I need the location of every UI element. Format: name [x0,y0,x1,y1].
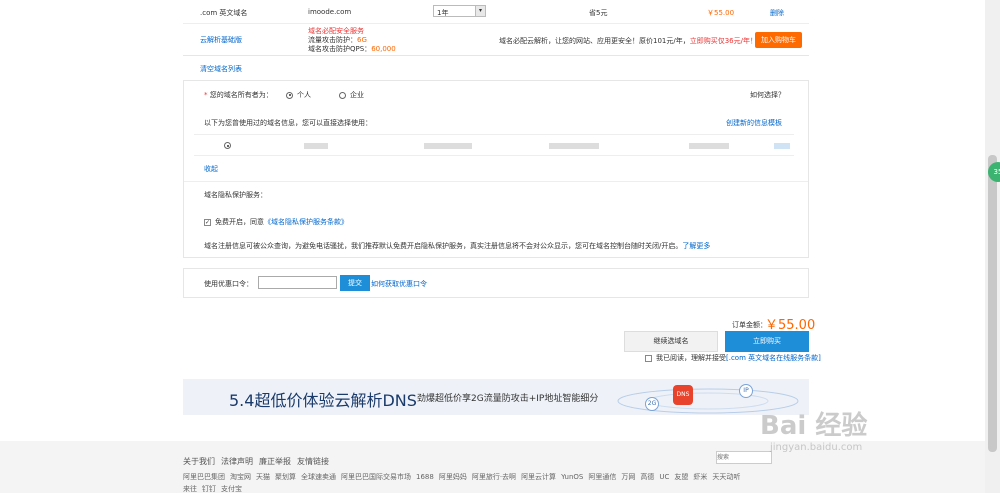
template-hint: 以下为您曾使用过的域名信息，您可以直接选择使用： [204,119,372,127]
how-to-choose-link[interactable]: 如何选择？ [750,90,785,100]
masked-field [424,143,472,149]
footer-link[interactable]: 聚划算 [275,473,296,481]
coupon-input[interactable] [258,276,337,289]
footer-link[interactable]: 阿里云计算 [521,473,556,481]
dns-promo-text: 域名必配云解析，让您的网站、应用更安全！原价101元/年，立即购买仅36元/年！ [499,37,757,45]
footer-link[interactable]: 淘宝网 [230,473,251,481]
footer-link[interactable]: 全球速卖通 [301,473,336,481]
delete-link[interactable]: 删除 [770,8,784,18]
agree-terms[interactable]: 我已阅读，理解并接受[.com 英文域名在线服务条款] [645,353,821,363]
period-value: 1年 [437,9,449,17]
domain-type: .com 英文域名 [200,9,248,17]
watermark-url: jingyan.baidu.com [770,442,863,453]
dns-basic-link[interactable]: 云解析基础版 [200,35,242,45]
template-row[interactable] [194,134,794,156]
buy-now-button[interactable]: 立即购买 [725,331,809,352]
continue-select-button[interactable]: 继续选域名 [624,331,718,352]
owner-panel: * 您的域名所有者为： 个人 企业 如何选择？ 以下为您曾使用过的域名信息，您可… [183,80,809,258]
banner-headline: 5.4超低价体验云解析DNS [229,391,417,410]
period-select[interactable]: 1年 ▾ [433,5,486,17]
footer-link[interactable]: UC [659,473,669,481]
footer-link[interactable]: 钉钉 [202,485,216,493]
footer-links-group-extra: 来往 钉钉 支付宝 [183,484,247,493]
footer-link[interactable]: 阿里旅行·去啊 [472,473,516,481]
chevron-down-icon: ▾ [475,6,485,16]
dns-shield-icon: DNS [673,385,693,405]
footer-link[interactable]: 天天动听 [712,473,740,481]
template-radio-icon[interactable] [224,142,231,149]
footer-link[interactable]: 友情链接 [297,457,329,466]
domain-price: ￥55.00 [707,9,735,17]
baidu-watermark: Bai 经验 jingyan.baidu.com [760,405,960,465]
dns-promo-banner[interactable]: 5.4超低价体验云解析DNS 劲爆超低价享2G流量防攻击+IP地址智能细分 2G… [183,379,809,415]
collapse-link[interactable]: 收起 [204,164,218,174]
footer-link[interactable]: 虾米 [693,473,707,481]
privacy-description: 域名注册信息可被公众查询，为避免电话骚扰，我们推荐默认免费开启隐私保护服务，真实… [204,242,711,250]
divider [184,181,808,182]
masked-field [689,143,729,149]
masked-field [549,143,599,149]
coupon-submit-button[interactable]: 提交 [340,275,370,291]
create-template-link[interactable]: 创建新的信息模板 [726,118,782,128]
dns-promo-link[interactable]: 立即购买仅36元/年！ [690,37,757,45]
masked-field [774,143,790,149]
checkbox-checked-icon[interactable]: ✓ [204,218,211,226]
footer-links-primary: 关于我们 法律声明 廉正举报 友情链接 [183,456,335,467]
footer-link[interactable]: 1688 [416,473,434,481]
footer-link[interactable]: YunOS [561,473,583,481]
badge-2g: 2G [645,397,659,411]
scrollbar-thumb[interactable] [988,155,997,452]
footer-link[interactable]: 阿里巴巴国际交易市场 [341,473,411,481]
owner-option-company[interactable]: 企业 [339,90,364,100]
domain-name: imoode.com [308,8,352,16]
footer-link[interactable]: 支付宝 [221,485,242,493]
privacy-terms-link[interactable]: 《域名隐私保护服务条款》 [264,218,348,226]
watermark-text: Bai 经验 [760,411,868,441]
privacy-enable[interactable]: ✓ 免费开启，同意《域名隐私保护服务条款》 [204,217,348,227]
learn-more-link[interactable]: 了解更多 [682,242,710,250]
footer-link[interactable]: 高德 [640,473,654,481]
footer-link[interactable]: 法律声明 [221,457,253,466]
checkbox-unchecked-icon[interactable] [645,354,652,362]
footer-link[interactable]: 阿里巴巴集团 [183,473,225,481]
radio-unchecked-icon [339,91,346,99]
owner-option-personal[interactable]: 个人 [286,90,311,100]
footer-link[interactable]: 天猫 [256,473,270,481]
footer-links-group: 阿里巴巴集团 淘宝网 天猫 聚划算 全球速卖通 阿里巴巴国际交易市场 1688 阿里妈妈 阿里旅… [183,472,745,482]
masked-field [304,143,328,149]
footer-link[interactable]: 阿里妈妈 [439,473,467,481]
saving-text: 省5元 [589,9,608,17]
footer-link[interactable]: 万网 [621,473,635,481]
radio-checked-icon [286,91,293,99]
dns-feature-qps: 域名攻击防护QPS：60,000 [308,45,396,53]
owner-label: * 您的域名所有者为： [204,91,273,99]
domain-item-row: .com 英文域名 imoode.com 1年 ▾ 省5元 ￥55.00 删除 [183,0,809,24]
dns-upsell-row: 云解析基础版 域名必配安全服务 流量攻击防护：6G 域名攻击防护QPS：60,0… [183,24,809,56]
add-cart-button[interactable]: 加入购物车 [755,32,802,48]
privacy-title: 域名隐私保护服务： [204,191,267,199]
get-coupon-link[interactable]: 如何获取优惠口令 [371,279,427,289]
footer-link[interactable]: 来往 [183,485,197,493]
page-scrollbar[interactable] [985,0,1000,493]
service-terms-link[interactable]: [.com 英文域名在线服务条款] [726,354,821,362]
clear-list-link[interactable]: 清空域名列表 [200,64,242,74]
badge-ip: IP [739,384,753,398]
footer-link[interactable]: 友盟 [674,473,688,481]
order-total-label: 订单金额： [732,321,767,329]
footer-link[interactable]: 关于我们 [183,457,215,466]
coupon-label: 使用优惠口令： [204,280,253,288]
footer-link[interactable]: 廉正举报 [259,457,291,466]
coupon-box: 使用优惠口令： 提交 如何获取优惠口令 [183,268,809,298]
footer-link[interactable]: 阿里通信 [588,473,616,481]
banner-subline: 劲爆超低价享2G流量防攻击+IP地址智能细分 [417,394,599,404]
